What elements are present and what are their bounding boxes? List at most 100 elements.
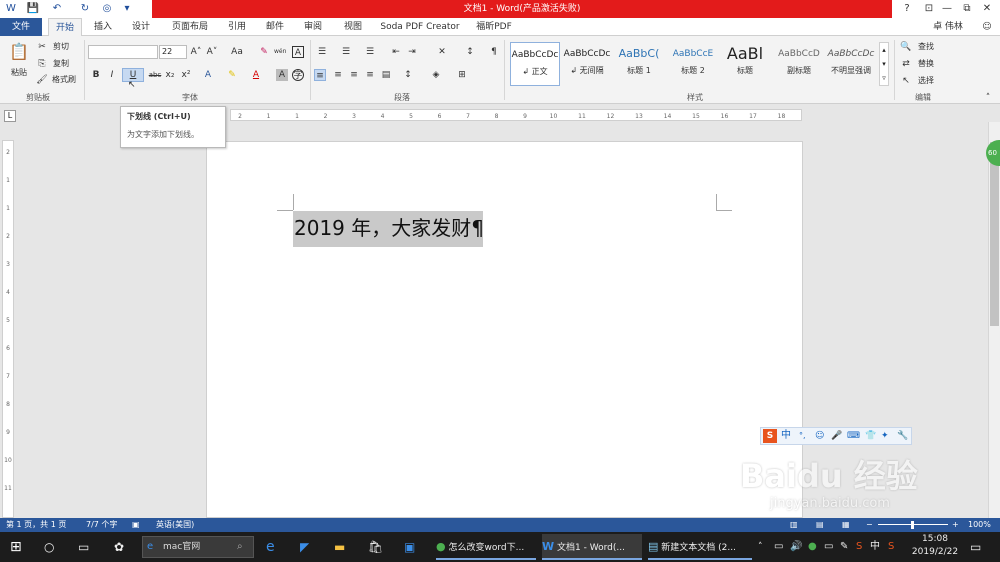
style-subtitle[interactable]: AaBbCcD 副标题 [774,42,824,86]
close-button[interactable]: ✕ [976,0,998,18]
search-icon[interactable]: ⌕ [237,537,243,557]
vertical-ruler[interactable]: 2 1 1 2 3 4 5 6 7 8 9 10 11 [2,140,14,518]
pinned-app-icon[interactable]: ◤ [300,534,316,560]
battery-icon[interactable]: ▭ [824,534,836,560]
decrease-indent-icon[interactable]: ⇤ [390,46,402,58]
tab-insert[interactable]: 插入 [86,18,120,36]
tab-review[interactable]: 审阅 [296,18,330,36]
zoom-level[interactable]: 100% [968,518,991,532]
sogou-tray-icon-2[interactable]: S [888,534,900,560]
ime-toolbar[interactable]: S 中 °, ☺ 🎤 ⌨ 👕 ✦ 🔧 [760,427,912,445]
store-icon[interactable]: 🛍 [368,534,386,560]
tab-home[interactable]: 开始 [48,18,82,36]
pen-icon[interactable]: ✎ [840,534,852,560]
font-color-icon[interactable]: A [250,69,262,81]
taskbar-item-browser[interactable]: ● 怎么改变word下... [436,534,536,560]
app-pinwheel-icon[interactable]: ✿ [114,534,134,560]
sogou-logo-icon[interactable]: S [763,429,777,443]
taskbar-item-word[interactable]: W 文档1 - Word(... [542,534,642,560]
tab-foxit-pdf[interactable]: 福昕PDF [468,18,520,36]
grow-font-button[interactable]: A˄ [190,46,202,58]
numbering-icon[interactable]: ☰ [340,46,352,58]
taskbar-item-notepad[interactable]: ▤ 新建文本文档 (2... [648,534,752,560]
tray-expand-icon[interactable]: ˄ [758,534,770,560]
keyboard-icon[interactable]: ⌨ [847,429,860,443]
align-left-icon[interactable]: ≡ [314,69,326,81]
zoom-in-button[interactable]: + [952,518,959,532]
subscript-button[interactable]: x₂ [164,69,176,81]
settings-wrench-icon[interactable]: 🔧 [897,429,909,443]
ime-lang-button[interactable]: 中 [781,429,795,443]
tab-view[interactable]: 视图 [334,18,372,36]
change-case-button[interactable]: Aa [228,46,246,58]
language-status[interactable]: 英语(美国) [156,518,194,532]
tab-soda-pdf[interactable]: Soda PDF Creator [376,18,464,36]
proofing-icon[interactable]: ▣ [132,518,140,532]
font-size-combo[interactable]: 22 [159,45,187,59]
edge-icon[interactable]: e [266,534,282,560]
toolbox-icon[interactable]: ✦ [881,429,893,443]
select-button[interactable]: 选择 [912,74,940,88]
scroll-thumb[interactable] [990,142,999,326]
circle-icon[interactable]: ◎ [100,2,114,16]
clock-time[interactable]: 15:08 [910,534,960,547]
tray-app-icon[interactable]: ● [808,534,820,560]
sogou-tray-icon[interactable]: S [856,534,868,560]
tab-layout[interactable]: 页面布局 [164,18,216,36]
paste-button[interactable]: 粘贴 [4,66,34,80]
tab-selector-icon[interactable]: L [4,110,16,122]
save-icon[interactable]: 💾 [26,2,40,16]
align-right-icon[interactable]: ≡ [348,69,360,81]
tab-design[interactable]: 设计 [124,18,158,36]
word-count[interactable]: 7/7 个字 [86,518,117,532]
maximize-button[interactable]: ⧉ [956,0,978,18]
style-title[interactable]: AaBl 标题 [720,42,770,86]
help-button[interactable]: ? [896,0,918,18]
styles-scroll[interactable]: ▴ ▾ ▿ [879,42,889,86]
style-no-spacing[interactable]: AaBbCcDc ↲ 无间隔 [562,42,612,86]
print-layout-icon[interactable]: ▤ [816,518,824,532]
collapse-ribbon-icon[interactable]: ˄ [982,92,994,104]
align-center-icon[interactable]: ≡ [332,69,344,81]
increase-indent-icon[interactable]: ⇥ [406,46,418,58]
zoom-slider-thumb[interactable] [911,521,914,529]
phonetic-guide-button[interactable]: wén [274,46,286,58]
page-count[interactable]: 第 1 页，共 1 页 [6,518,66,532]
undo-icon[interactable]: ↶ [50,2,64,16]
font-name-combo[interactable] [88,45,158,59]
highlight-icon[interactable]: ✎ [226,69,238,81]
bullets-icon[interactable]: ☰ [316,46,328,58]
customize-icon[interactable]: ▾ [120,2,134,16]
file-explorer-icon[interactable]: ▬ [334,534,352,560]
tab-file[interactable]: 文件 [0,18,42,36]
line-spacing-icon[interactable]: ↕ [402,69,414,81]
style-heading1[interactable]: AaBbC( 标题 1 [614,42,664,86]
redo-icon[interactable]: ↻ [78,2,92,16]
text-effects-icon[interactable]: A [202,69,214,81]
user-name[interactable]: 卓 伟林 [920,18,976,36]
char-shading-icon[interactable]: A [276,69,288,81]
voice-icon[interactable]: 🎤 [831,429,843,443]
shading-icon[interactable]: ◈ [430,69,442,81]
punctuation-icon[interactable]: °, [799,429,811,443]
taskbar-search-box[interactable]: e mac官网 ⌕ [142,536,254,558]
tray-ime-indicator[interactable]: 中 [870,534,882,560]
format-painter-button[interactable]: 格式刷 [48,73,80,87]
copy-button[interactable]: 复制 [48,57,74,71]
find-button[interactable]: 查找 [912,40,940,54]
tab-mailings[interactable]: 邮件 [258,18,292,36]
tab-references[interactable]: 引用 [220,18,254,36]
task-view-icon[interactable]: ▭ [78,534,96,560]
network-icon[interactable]: ▭ [774,534,786,560]
skin-icon[interactable]: 👕 [865,429,877,443]
chinese-layout-icon[interactable]: ✕ [436,46,448,58]
search-text[interactable]: mac官网 [163,537,200,557]
char-border-button[interactable]: A [292,46,304,58]
borders-icon[interactable]: ⊞ [456,69,468,81]
cut-button[interactable]: 剪切 [48,40,74,54]
windows-start-icon[interactable]: ⊞ [10,534,28,560]
multilevel-list-icon[interactable]: ☰ [364,46,376,58]
italic-button[interactable]: I [106,69,118,81]
clear-format-button[interactable]: ✎ [258,46,270,58]
volume-icon[interactable]: 🔊 [790,534,802,560]
